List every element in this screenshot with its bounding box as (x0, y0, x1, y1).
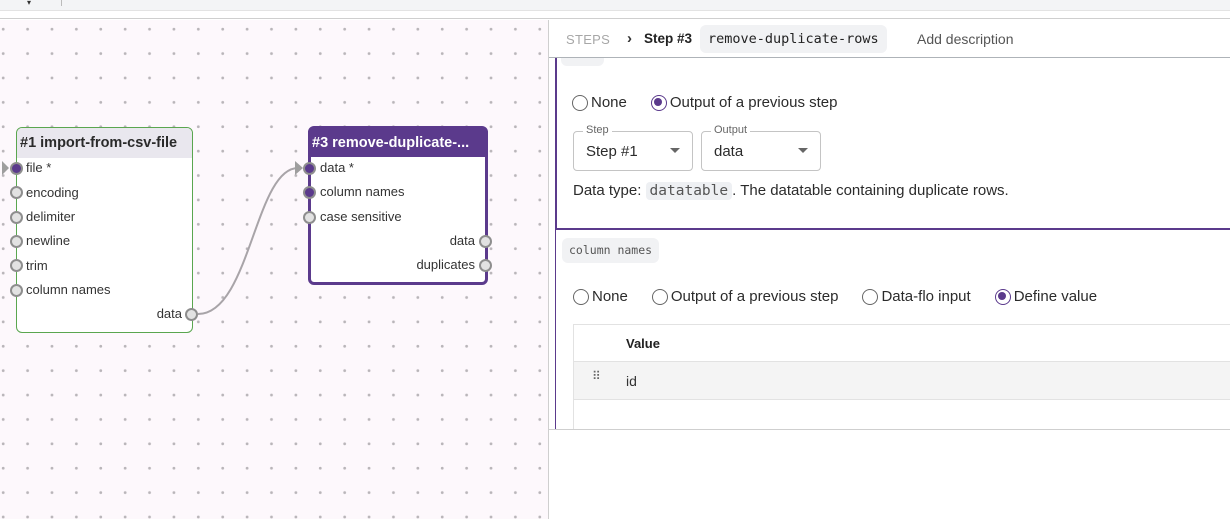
port-label: data (156, 306, 182, 321)
output-port-row: duplicates (416, 256, 475, 274)
output-port-duplicates[interactable] (479, 259, 492, 272)
section-label: column names (562, 238, 660, 263)
drag-handle-icon[interactable]: ⠿ (592, 370, 601, 382)
radio-label: Data-flo input (881, 288, 971, 305)
radio-circle[interactable] (651, 288, 668, 305)
panel-bottom-border (549, 429, 1230, 430)
input-port-row: newline (26, 232, 70, 250)
radio-label: None (592, 288, 628, 305)
edge-node1-data-to-node3-data (197, 167, 299, 315)
input-section-data: data None Output of a previous step Step… (555, 58, 1230, 230)
port-label: duplicates (416, 257, 475, 272)
input-port-row: case sensitive (320, 208, 402, 226)
output-port-data[interactable] (479, 235, 492, 248)
select-label: Step (583, 124, 612, 136)
toolbar-spacer (0, 11, 1230, 19)
toolbar-icon[interactable]: ▾ (27, 0, 31, 7)
step-select[interactable]: Step Step #1 (573, 124, 693, 171)
breadcrumb-step-number: Step #3 (644, 31, 693, 46)
radio-circle[interactable] (862, 288, 879, 305)
breadcrumb-steps-link[interactable]: STEPS (566, 32, 610, 47)
breadcrumb: STEPS › Step #3 remove-duplicate-rows Ad… (549, 20, 1230, 58)
section-label: data (561, 58, 604, 66)
input-port-row: column names (26, 281, 111, 299)
input-port-delimiter[interactable] (10, 211, 23, 224)
input-port-row: column names (320, 183, 405, 201)
node-title[interactable]: #3 remove-duplicate-... (311, 129, 485, 157)
node-title[interactable]: #1 import-from-csv-file (17, 128, 192, 158)
step-details-panel: STEPS › Step #3 remove-duplicate-rows Ad… (549, 20, 1230, 519)
radio-label: Define value (1013, 288, 1098, 305)
radio-output-of-previous-step[interactable]: Output of a previous step (651, 288, 839, 305)
column-header-value: Value (626, 336, 660, 351)
node-remove-duplicate-rows[interactable]: #3 remove-duplicate-... data * column na… (308, 126, 488, 285)
radio-circle[interactable] (573, 288, 589, 305)
add-description-button[interactable]: Add description (917, 31, 1014, 47)
cell-value[interactable]: id (626, 373, 637, 389)
input-port-trim[interactable] (10, 259, 23, 272)
output-select[interactable]: Output data (701, 124, 821, 171)
radio-label: Output of a previous step (669, 94, 838, 111)
data-source-radio-group: None Output of a previous step (572, 94, 861, 111)
radio-data-flo-input[interactable]: Data-flo input (862, 288, 971, 305)
data-type-text: . The datatable containing duplicate row… (732, 182, 1009, 199)
port-label: trim (26, 258, 48, 273)
table-row[interactable]: ⠿ id (574, 362, 1230, 400)
incoming-arrow-node-1 (2, 161, 9, 175)
port-label: column names (26, 282, 111, 297)
radio-define-value[interactable]: Define value (994, 288, 1098, 305)
breadcrumb-step-name: remove-duplicate-rows (700, 25, 887, 53)
chevron-right-icon: › (627, 30, 632, 47)
top-toolbar: ▾ (0, 0, 1230, 11)
radio-circle[interactable] (572, 94, 588, 111)
radio-label: None (591, 94, 627, 111)
port-label: encoding (26, 185, 79, 200)
caret-down-icon (798, 148, 808, 153)
input-port-row: encoding (26, 184, 79, 202)
input-port-column-names[interactable] (303, 186, 316, 199)
flow-canvas[interactable]: #1 import-from-csv-file file * encoding … (0, 20, 548, 519)
input-port-row: file * (26, 159, 51, 177)
input-port-row: delimiter (26, 208, 75, 226)
input-port-row: data * (320, 159, 354, 177)
radio-none[interactable]: None (573, 288, 628, 305)
input-port-column-names[interactable] (10, 284, 23, 297)
output-port-row: data (450, 232, 475, 250)
table-empty-row[interactable] (574, 400, 1230, 429)
value-table-header: Value (574, 325, 1230, 362)
node-import-from-csv-file[interactable]: #1 import-from-csv-file file * encoding … (16, 127, 193, 333)
select-value: data (714, 143, 744, 160)
radio-none[interactable]: None (572, 94, 627, 111)
port-label: case sensitive (320, 209, 402, 224)
radio-circle[interactable] (994, 288, 1011, 305)
input-port-case-sensitive[interactable] (303, 211, 316, 224)
select-label: Output (711, 124, 751, 136)
input-port-encoding[interactable] (10, 186, 23, 199)
radio-circle[interactable] (650, 94, 667, 111)
input-port-file[interactable] (10, 162, 23, 175)
port-label: data * (320, 160, 354, 175)
toolbar-separator (61, 0, 62, 6)
input-port-newline[interactable] (10, 235, 23, 248)
radio-output-of-previous-step[interactable]: Output of a previous step (650, 94, 838, 111)
radio-label: Output of a previous step (670, 288, 839, 305)
data-type-description: Data type: datatable. The datatable cont… (573, 182, 1009, 200)
data-type-prefix: Data type: (573, 182, 642, 199)
output-port-row: data (157, 305, 182, 323)
output-port-data[interactable] (185, 308, 198, 321)
select-value: Step #1 (586, 143, 638, 160)
caret-down-icon (670, 148, 680, 153)
data-type-name: datatable (645, 182, 733, 200)
port-label: file * (26, 160, 52, 175)
port-label: delimiter (26, 209, 76, 224)
edge-arrowhead (295, 161, 303, 175)
port-label: data (449, 233, 475, 248)
value-table: Value ⠿ id (573, 324, 1230, 429)
column-names-radio-group: None Output of a previous step Data-flo … (573, 288, 1121, 305)
input-port-row: trim (26, 257, 48, 275)
input-port-data[interactable] (303, 162, 316, 175)
port-label: newline (26, 233, 71, 248)
port-label: column names (320, 184, 405, 199)
